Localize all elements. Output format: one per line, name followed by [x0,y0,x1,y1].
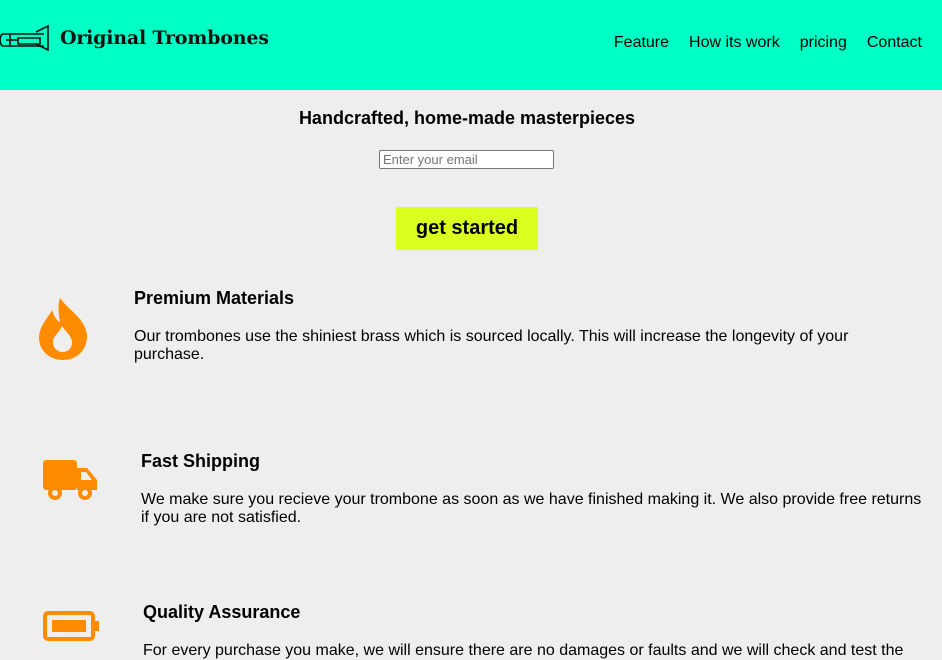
main-nav: Feature How its work pricing Contact [594,34,922,52]
get-started-button[interactable]: get started [396,207,538,250]
site-header: Original Trombones Feature How its work … [0,0,942,90]
nav-link-pricing[interactable]: pricing [800,34,847,52]
nav-link-how-its-work[interactable]: How its work [689,34,780,52]
feature-description: Our trombones use the shiniest brass whi… [134,328,849,363]
feature-title: Quality Assurance [143,602,301,622]
battery-icon [43,611,99,641]
feature-title: Premium Materials [134,288,295,308]
feature-title: Fast Shipping [141,451,260,471]
feature-description: For every purchase you make, we will ens… [143,642,904,659]
logo-text: Original Trombones [60,27,269,49]
trombone-icon [0,24,49,52]
truck-icon [43,460,97,500]
nav-link-contact[interactable]: Contact [867,34,922,52]
email-input[interactable] [379,150,554,169]
hero-title: Handcrafted, home-made masterpieces [298,108,636,128]
feature-description: We make sure you recieve your trombone a… [141,491,922,526]
nav-link-feature[interactable]: Feature [614,34,669,52]
fire-icon [39,298,88,360]
logo[interactable]: Original Trombones [0,22,269,54]
